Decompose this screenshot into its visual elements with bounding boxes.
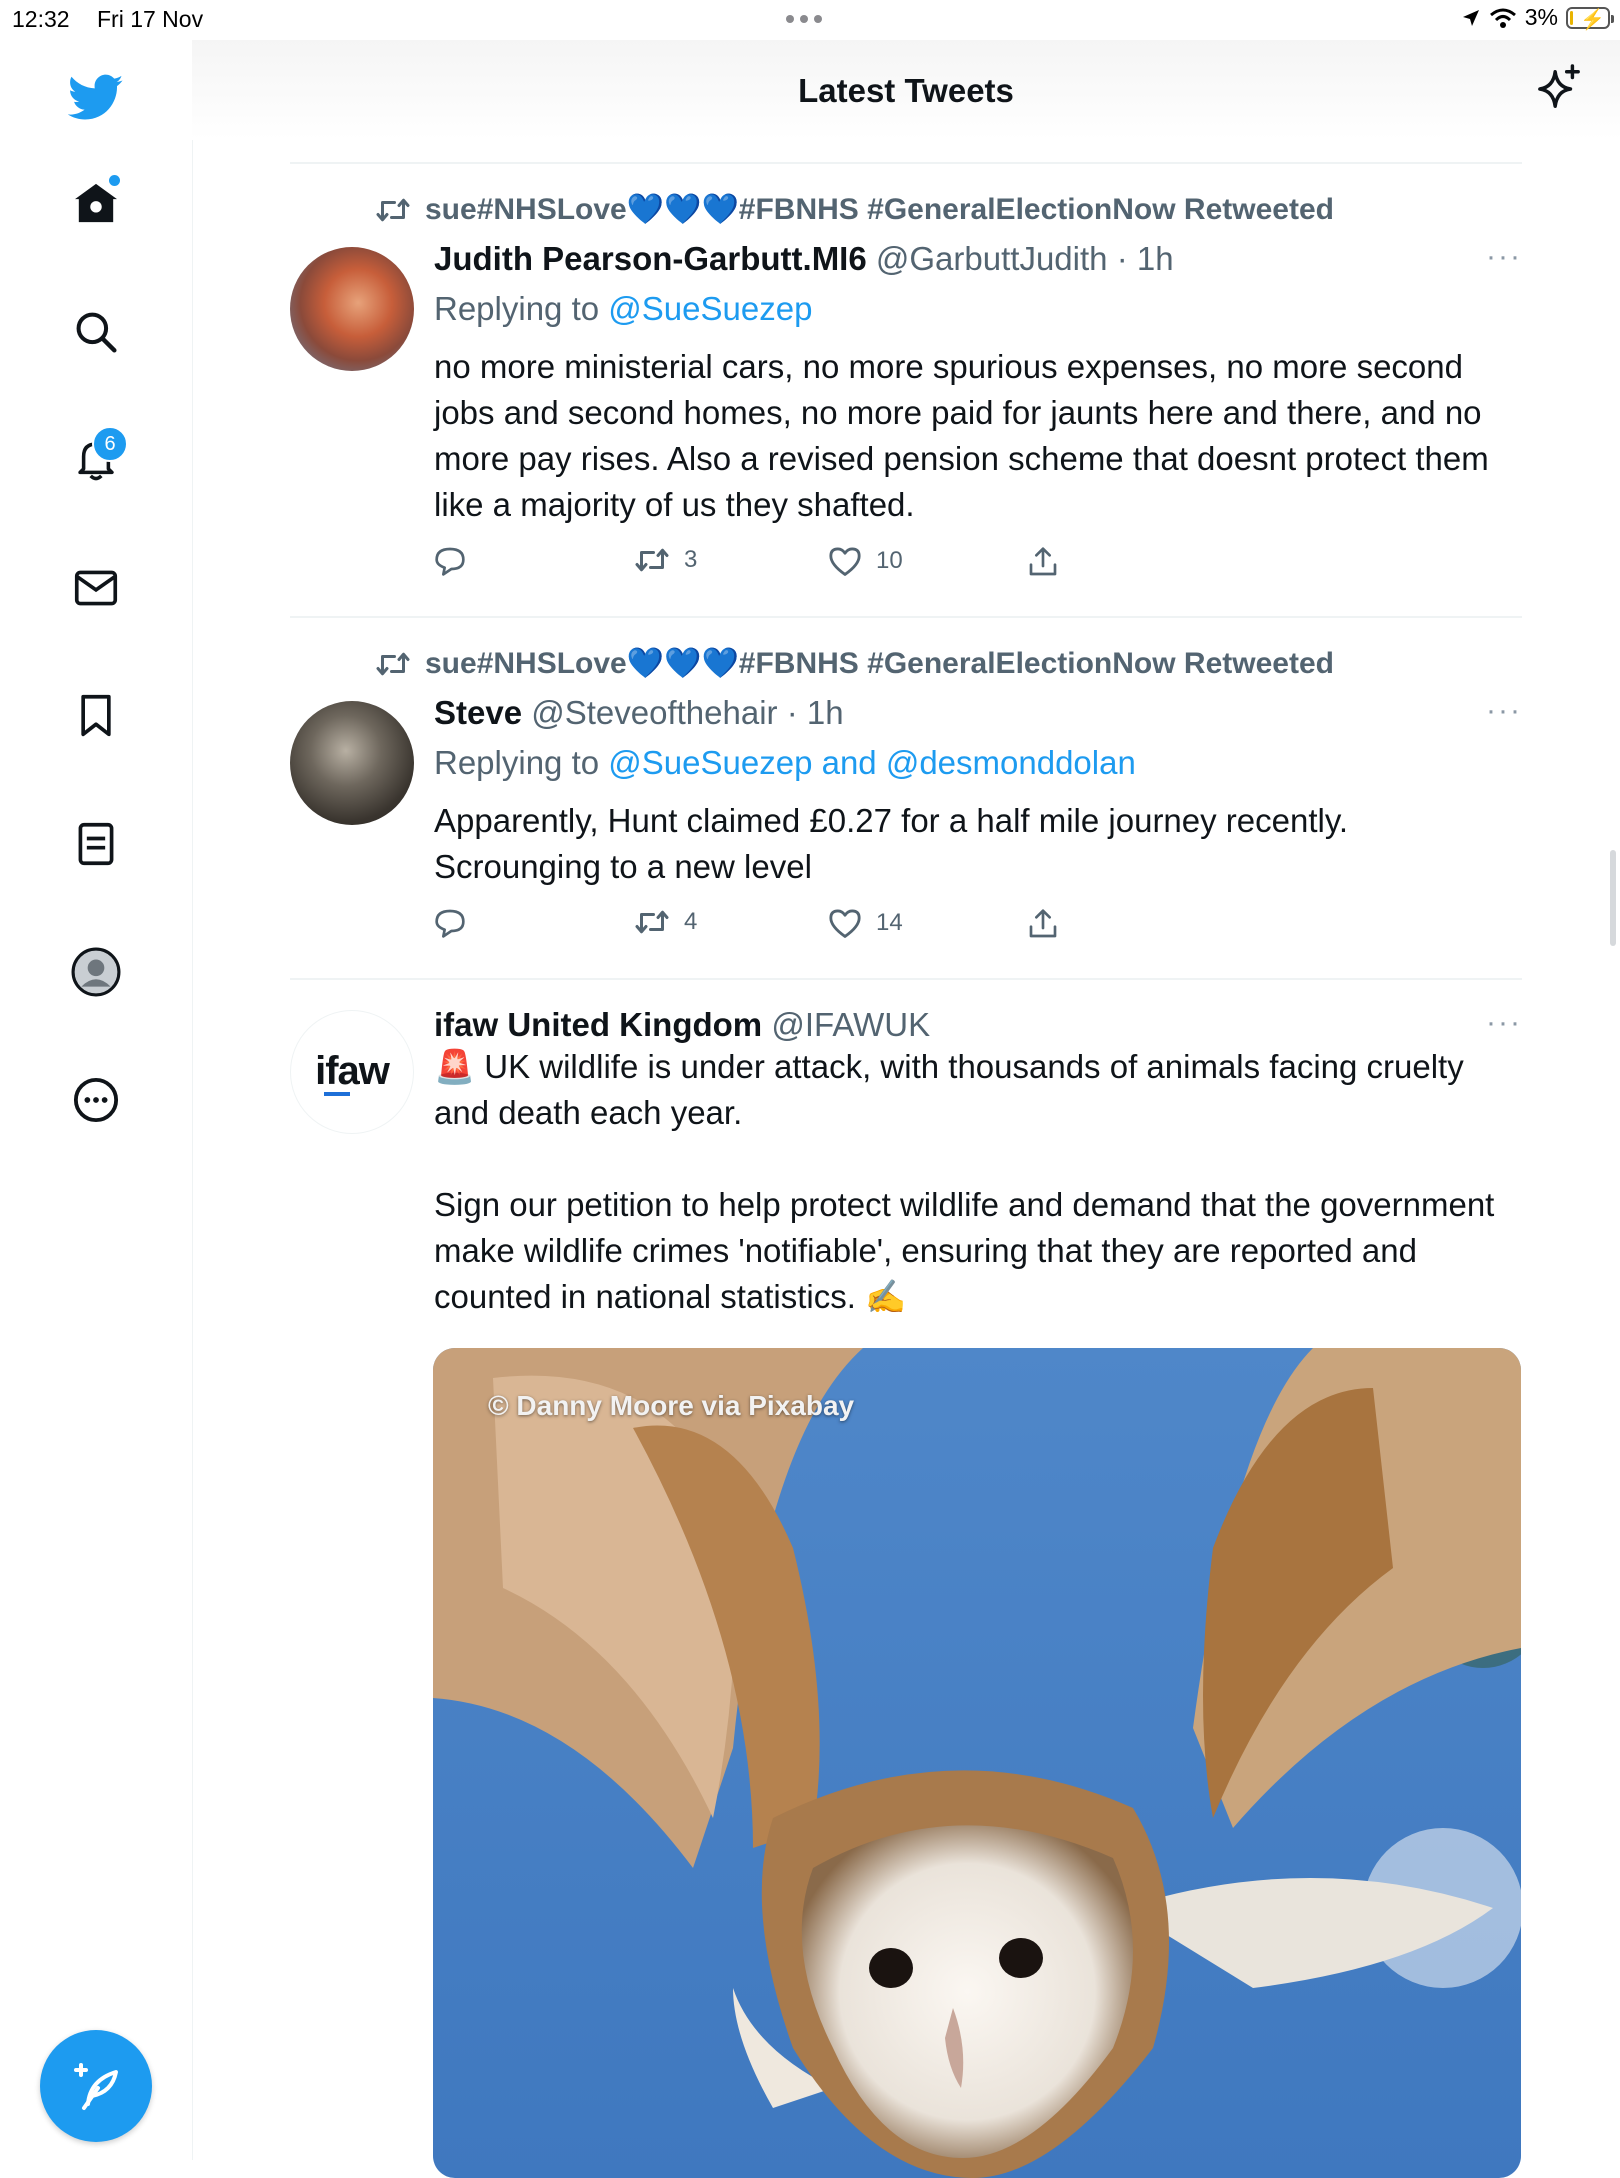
notifications-bell-icon[interactable]: 6 <box>66 426 128 490</box>
share-icon <box>1029 547 1057 576</box>
reply-button[interactable] <box>434 908 466 938</box>
author-name[interactable]: Steve <box>434 694 522 731</box>
compose-tweet-button[interactable] <box>40 2030 152 2142</box>
share-icon <box>1029 909 1057 938</box>
like-count: 14 <box>876 909 903 936</box>
status-date: Fri 17 Nov <box>97 6 204 32</box>
tweet-divider <box>290 616 1522 618</box>
sidebar: 6 <box>0 40 193 2160</box>
status-bar: 12:32 Fri 17 Nov 3% ⚡ <box>0 0 1620 40</box>
retweet-context: sue#NHSLove💙💙💙#FBNHS #GeneralElectionNow… <box>375 192 1334 227</box>
retweet-icon <box>635 548 669 572</box>
author-handle[interactable]: @Steveofthehair <box>531 694 777 731</box>
avatar[interactable] <box>290 701 414 825</box>
status-time: 12:32 <box>12 6 70 32</box>
battery-percent: 3% <box>1524 4 1558 30</box>
multitasking-dots[interactable] <box>786 15 822 23</box>
avatar[interactable] <box>290 247 414 371</box>
tweet-actions: 4 14 <box>434 908 1522 958</box>
tweet-more-icon[interactable]: ··· <box>1486 240 1522 274</box>
twitter-logo-icon[interactable] <box>66 68 126 128</box>
tweet-text: 🚨 UK wildlife is under attack, with thou… <box>434 1048 1495 1315</box>
heart-icon <box>829 909 861 938</box>
more-options-icon[interactable] <box>66 1070 126 1130</box>
like-button[interactable]: 14 <box>828 908 903 938</box>
tweet-text: no more ministerial cars, no more spurio… <box>434 348 1498 523</box>
media-credit: © Danny Moore via Pixabay <box>488 1390 855 1421</box>
retweet-button[interactable]: 3 <box>634 546 697 574</box>
author-name[interactable]: ifaw United Kingdom <box>434 1006 762 1043</box>
barn-owl-photo <box>433 1348 1521 2178</box>
retweet-count: 3 <box>684 546 698 573</box>
tweet-author-row: Steve @Steveofthehair · 1h <box>434 694 1522 732</box>
retweet-icon <box>635 910 669 934</box>
tweet-media-image[interactable]: © Danny Moore via Pixabay <box>433 1348 1521 2178</box>
retweet-count: 4 <box>684 908 698 935</box>
page-title: Latest Tweets <box>798 72 1014 109</box>
replying-prefix: Replying to <box>434 744 600 781</box>
scroll-indicator[interactable] <box>1610 850 1616 946</box>
retweet-icon <box>376 652 410 675</box>
tweet-author-row: ifaw United Kingdom @IFAWUK <box>434 1006 1522 1044</box>
replying-prefix: Replying to <box>434 290 600 327</box>
location-icon <box>1462 9 1479 26</box>
tweet-time: · 1h <box>786 694 844 731</box>
retweet-context: sue#NHSLove💙💙💙#FBNHS #GeneralElectionNow… <box>375 646 1334 681</box>
retweeted-by-text: sue#NHSLove💙💙💙#FBNHS #GeneralElectionNow… <box>425 193 1334 226</box>
share-button[interactable] <box>1028 908 1058 940</box>
bookmarks-icon[interactable] <box>66 686 126 746</box>
avatar[interactable]: ifaw <box>290 1010 414 1134</box>
timeline-header: Latest Tweets <box>192 40 1620 140</box>
tweet-divider <box>290 978 1522 980</box>
author-handle[interactable]: @IFAWUK <box>771 1006 930 1043</box>
ifaw-logo-text: ifaw <box>315 1048 390 1093</box>
tweet-more-icon[interactable]: ··· <box>1486 1006 1522 1040</box>
search-icon[interactable] <box>66 302 126 362</box>
notifications-badge: 6 <box>92 426 128 462</box>
reply-icon <box>435 547 465 576</box>
sparkle-icon[interactable] <box>1536 64 1582 119</box>
wifi-icon <box>1489 8 1516 28</box>
replying-to: Replying to @SueSuezep <box>434 290 1522 328</box>
battery-icon: ⚡ <box>1566 6 1614 31</box>
heart-icon <box>829 547 861 576</box>
reply-icon <box>435 909 465 938</box>
tweet-divider <box>290 162 1522 164</box>
like-button[interactable]: 10 <box>828 546 903 576</box>
like-count: 10 <box>876 547 903 574</box>
replying-to-link[interactable]: @SueSuezep and @desmonddolan <box>608 744 1136 781</box>
tweet-author-row: Judith Pearson-Garbutt.MI6 @GarbuttJudit… <box>434 240 1522 278</box>
messages-envelope-icon[interactable] <box>66 558 126 618</box>
tweet-text: Apparently, Hunt claimed £0.27 for a hal… <box>434 802 1349 885</box>
author-name[interactable]: Judith Pearson-Garbutt.MI6 <box>434 240 867 277</box>
tweet-actions: 3 10 <box>434 546 1522 596</box>
author-handle[interactable]: @GarbuttJudith <box>876 240 1108 277</box>
share-button[interactable] <box>1028 546 1058 578</box>
retweet-icon <box>376 198 410 221</box>
replying-to-link[interactable]: @SueSuezep <box>608 290 812 327</box>
replying-to: Replying to @SueSuezep and @desmonddolan <box>434 744 1522 782</box>
retweet-button[interactable]: 4 <box>634 908 697 936</box>
reply-button[interactable] <box>434 546 466 576</box>
profile-avatar-icon[interactable] <box>66 942 126 1002</box>
tweet-time: · 1h <box>1116 240 1174 277</box>
tweet-more-icon[interactable]: ··· <box>1486 694 1522 728</box>
retweeted-by-text: sue#NHSLove💙💙💙#FBNHS #GeneralElectionNow… <box>425 647 1334 680</box>
compose-feather-icon <box>74 2063 118 2110</box>
home-icon[interactable] <box>66 173 126 233</box>
lists-icon[interactable] <box>66 814 126 874</box>
